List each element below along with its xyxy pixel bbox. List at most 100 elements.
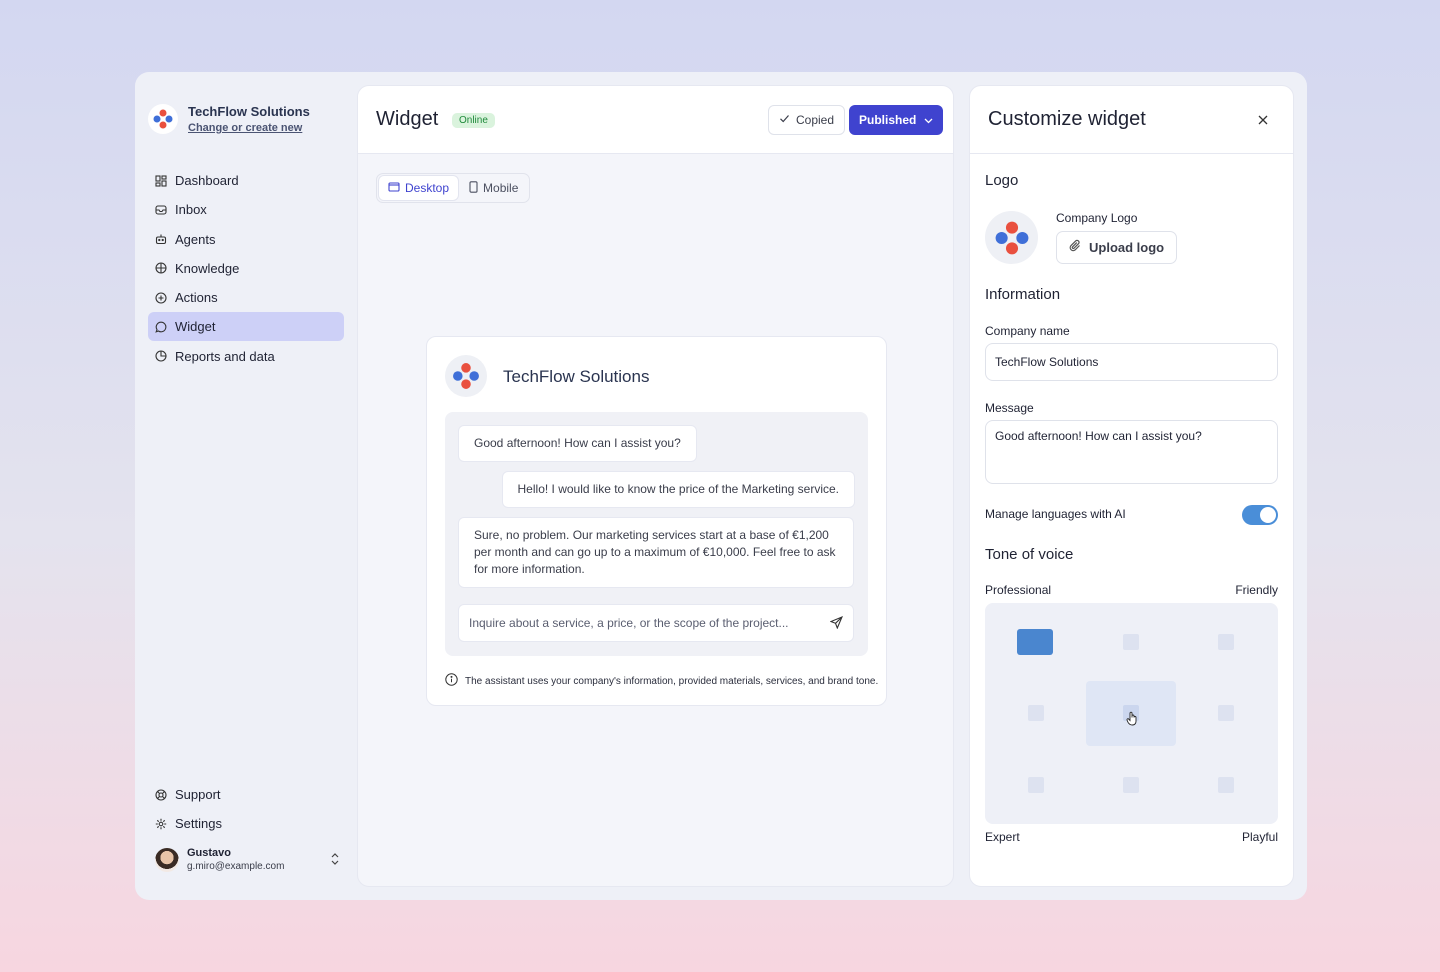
sidebar: TechFlow Solutions Change or create new … [135, 72, 357, 900]
tone-cell[interactable] [1123, 634, 1139, 650]
info-section-title: Information [985, 286, 1061, 303]
tone-grid [985, 603, 1278, 824]
tone-cell-selected[interactable] [1017, 629, 1053, 655]
lifebuoy-icon [155, 788, 167, 801]
user-menu[interactable]: Gustavo g.miro@example.com [155, 847, 339, 873]
send-icon[interactable] [829, 615, 844, 632]
tone-cell[interactable] [1123, 777, 1139, 793]
logo-section-title: Logo [985, 172, 1019, 189]
sidebar-item-label: Dashboard [175, 173, 239, 188]
tone-label-friendly: Friendly [1235, 583, 1278, 597]
chat-bubble-icon [155, 321, 167, 333]
sidebar-item-label: Reports and data [175, 348, 275, 364]
org-name: TechFlow Solutions [188, 104, 310, 119]
phone-icon [469, 180, 478, 196]
check-icon [779, 113, 790, 127]
panel-title: Customize widget [988, 108, 1146, 130]
page-header: Widget Online Copied Published [358, 86, 953, 154]
pie-chart-icon [155, 350, 167, 362]
sidebar-item-knowledge[interactable]: Knowledge [148, 254, 344, 283]
app-window: TechFlow Solutions Change or create new … [135, 72, 1307, 900]
languages-toggle[interactable] [1242, 505, 1278, 525]
publish-button-label: Published [859, 113, 917, 127]
info-icon [445, 673, 458, 689]
sidebar-item-reports[interactable]: Reports and data [148, 342, 344, 371]
sidebar-item-widget[interactable]: Widget [148, 312, 344, 342]
monitor-icon [388, 181, 400, 195]
message-label: Message [985, 401, 1034, 415]
paperclip-icon [1069, 239, 1082, 256]
customize-panel: Customize widget Logo Company Logo Uploa… [969, 85, 1294, 887]
company-logo-icon [148, 104, 178, 134]
change-org-link[interactable]: Change or create new [188, 120, 310, 136]
tone-cell[interactable] [1218, 634, 1234, 650]
logo-preview [985, 211, 1038, 264]
app-background: { "org": { "name": "TechFlow Solutions",… [0, 0, 1440, 972]
company-name-field[interactable]: TechFlow Solutions [985, 343, 1278, 381]
sidebar-item-actions[interactable]: Actions [148, 283, 344, 312]
user-message: Hello! I would like to know the price of… [501, 471, 855, 508]
tone-label-expert: Expert [985, 830, 1020, 844]
user-name: Gustavo [187, 847, 232, 859]
sidebar-item-label: Widget [175, 319, 216, 335]
chevron-up-down-icon[interactable] [331, 852, 339, 868]
grid-icon [155, 174, 167, 187]
tone-section-title: Tone of voice [985, 546, 1074, 563]
assistant-note: The assistant uses your company's inform… [445, 673, 878, 689]
chat-input[interactable]: Inquire about a service, a price, or the… [458, 604, 854, 642]
page-title: Widget [376, 108, 439, 130]
robot-icon [155, 233, 167, 245]
main-content: Widget Online Copied Published Desktop M… [357, 85, 954, 887]
chat-thread: Good afternoon! How can I assist you? He… [445, 412, 868, 656]
book-icon [155, 262, 167, 274]
tab-label: Desktop [405, 181, 450, 195]
bottom-nav: Support Settings [148, 780, 344, 839]
sidebar-item-dashboard[interactable]: Dashboard [148, 166, 344, 195]
hand-cursor-icon [1126, 711, 1139, 731]
sidebar-item-label: Actions [175, 290, 218, 306]
org-switcher[interactable]: TechFlow Solutions Change or create new [148, 104, 310, 136]
tab-mobile[interactable]: Mobile [460, 176, 527, 200]
message-field[interactable]: Good afternoon! How can I assist you? [985, 420, 1278, 484]
assistant-message: Sure, no problem. Our marketing services… [458, 517, 854, 588]
sidebar-item-inbox[interactable]: Inbox [148, 195, 344, 224]
tone-label-professional: Professional [985, 583, 1052, 597]
widget-preview: TechFlow Solutions Good afternoon! How c… [426, 336, 887, 706]
tab-desktop[interactable]: Desktop [379, 176, 459, 200]
toggle-knob [1260, 507, 1276, 523]
widget-company-name: TechFlow Solutions [503, 367, 650, 386]
sidebar-item-label: Settings [175, 816, 222, 832]
sidebar-item-support[interactable]: Support [148, 780, 344, 809]
copy-button-label: Copied [796, 113, 835, 127]
sidebar-item-label: Inbox [175, 202, 207, 218]
main-nav: Dashboard Inbox Agents Knowledge Actions… [148, 166, 344, 371]
tone-label-playful: Playful [1241, 830, 1278, 844]
sidebar-item-label: Support [175, 787, 221, 802]
plus-circle-icon [155, 292, 167, 304]
tone-cell[interactable] [1028, 705, 1044, 721]
languages-label: Manage languages with AI [985, 507, 1126, 521]
company-logo-icon [445, 355, 487, 397]
close-icon[interactable] [1258, 112, 1268, 128]
company-name-label: Company name [985, 324, 1070, 338]
chevron-down-icon[interactable] [924, 113, 933, 127]
inbox-icon [155, 204, 167, 216]
gear-icon [155, 818, 167, 830]
copy-button[interactable]: Copied [768, 105, 846, 135]
upload-logo-label: Upload logo [1089, 240, 1165, 255]
tone-cell[interactable] [1218, 777, 1234, 793]
sidebar-item-label: Knowledge [175, 260, 240, 276]
chat-input-placeholder: Inquire about a service, a price, or the… [469, 616, 789, 630]
device-switch: Desktop Mobile [376, 173, 531, 203]
user-email: g.miro@example.com [187, 861, 285, 872]
sidebar-item-agents[interactable]: Agents [148, 225, 344, 254]
publish-button[interactable]: Published [849, 105, 944, 135]
company-logo-label: Company Logo [1056, 211, 1138, 225]
tone-cell[interactable] [1218, 705, 1234, 721]
upload-logo-button[interactable]: Upload logo [1056, 231, 1178, 264]
tone-cell[interactable] [1028, 777, 1044, 793]
assistant-note-text: The assistant uses your company's inform… [465, 675, 879, 687]
panel-header: Customize widget [970, 86, 1293, 154]
status-badge: Online [452, 113, 495, 128]
sidebar-item-settings[interactable]: Settings [148, 809, 344, 838]
